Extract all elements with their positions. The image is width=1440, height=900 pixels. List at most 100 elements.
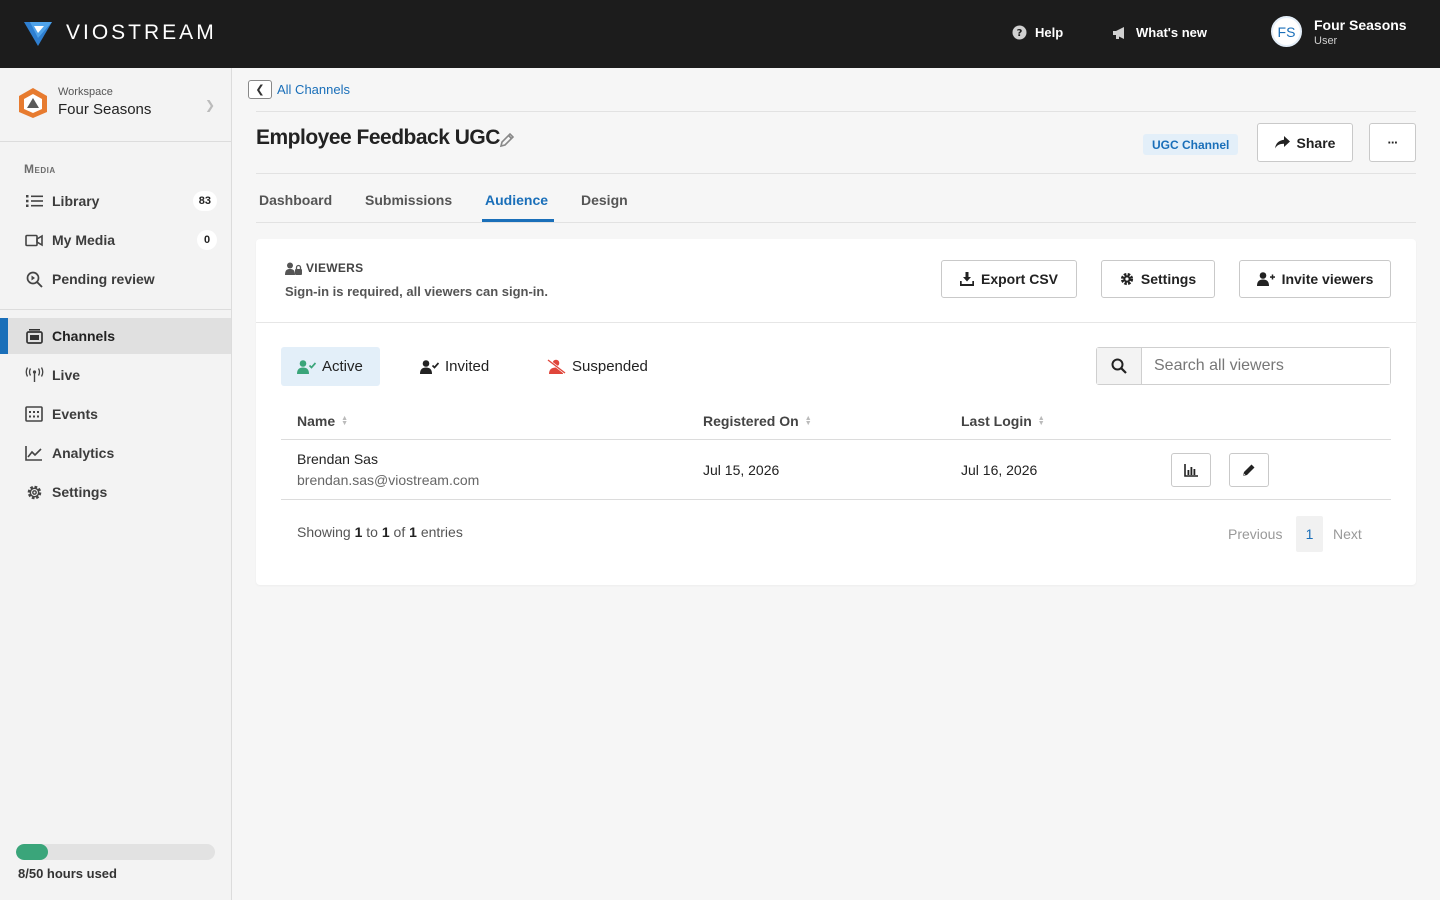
pagination-page[interactable]: 1 [1296, 516, 1323, 552]
search-review-icon [24, 269, 44, 289]
sidebar-item-analytics[interactable]: Analytics [0, 435, 231, 471]
help-label: Help [1035, 25, 1064, 40]
page-title: Employee Feedback UGC [256, 126, 500, 149]
tab-submissions[interactable]: Submissions [362, 192, 455, 208]
usage-progress-bar [16, 844, 215, 860]
channel-tabs: Dashboard Submissions Audience Design [256, 180, 1416, 223]
edit-title-pencil-icon[interactable] [498, 131, 516, 154]
chevron-left-icon: ❮ [255, 84, 265, 96]
avatar: FS [1271, 16, 1302, 47]
download-icon [959, 272, 974, 286]
registered-on: Jul 15, 2026 [703, 462, 780, 478]
summary-total: 1 [409, 524, 417, 540]
sidebar-item-settings[interactable]: Settings [0, 474, 231, 510]
invite-viewers-button[interactable]: Invite viewers [1239, 260, 1391, 298]
help-icon: ? [1012, 25, 1027, 40]
share-label: Share [1296, 134, 1336, 151]
pagination-next[interactable]: Next [1333, 526, 1362, 542]
sidebar-item-library[interactable]: Library 83 [0, 183, 231, 219]
svg-text:?: ? [1017, 28, 1023, 39]
sidebar: Workspace Four Seasons ❯ Media Library 8… [0, 68, 232, 900]
sidebar-item-label: Channels [52, 328, 116, 344]
chevron-right-icon: ❯ [205, 98, 216, 112]
viewers-title: VIEWERS [306, 261, 364, 275]
filter-label: Invited [445, 358, 490, 375]
user-role: User [1314, 34, 1338, 47]
user-invited-icon [420, 359, 439, 374]
pagination-previous[interactable]: Previous [1228, 526, 1282, 542]
sidebar-item-label: Library [52, 193, 100, 209]
more-options-button[interactable]: ··· [1369, 123, 1416, 162]
last-login: Jul 16, 2026 [961, 462, 1038, 478]
viewers-card: VIEWERS Sign-in is required, all viewers… [256, 239, 1416, 585]
workspace-name: Four Seasons [58, 101, 152, 118]
user-name: Four Seasons [1314, 16, 1407, 33]
sort-icon: ▲ ▼ [804, 415, 812, 427]
column-label: Name [297, 413, 336, 429]
back-button[interactable]: ❮ [248, 80, 272, 99]
help-link[interactable]: ? Help [1012, 25, 1063, 40]
summary-text: of [393, 524, 406, 540]
viewer-search [1096, 347, 1391, 385]
user-menu[interactable]: FS Four Seasons User [1271, 16, 1407, 47]
viewer-settings-button[interactable]: Settings [1101, 260, 1215, 298]
sidebar-item-live[interactable]: Live [0, 357, 231, 393]
viewer-email: brendan.sas@viostream.com [297, 472, 480, 488]
column-header-registered[interactable]: Registered On ▲ ▼ [703, 413, 812, 429]
viewers-heading: VIEWERS [285, 261, 363, 275]
column-header-last-login[interactable]: Last Login ▲ ▼ [961, 413, 1045, 429]
viostream-logo-icon [24, 22, 52, 46]
sidebar-item-events[interactable]: Events [0, 396, 231, 432]
column-header-name[interactable]: Name ▲ ▼ [297, 413, 348, 429]
summary-text: Showing [297, 524, 351, 540]
whats-new-label: What's new [1136, 25, 1207, 40]
summary-text: to [366, 524, 378, 540]
edit-viewer-button[interactable] [1229, 453, 1269, 487]
sidebar-item-pending-review[interactable]: Pending review [0, 261, 231, 297]
sidebar-item-channels[interactable]: Channels [0, 318, 231, 354]
filter-invited[interactable]: Invited [404, 347, 505, 386]
pencil-icon [1243, 464, 1255, 476]
viewer-name: Brendan Sas [297, 451, 378, 467]
user-check-icon [297, 359, 316, 374]
brand-name: VIOSTREAM [66, 21, 217, 44]
workspace-logo-icon [19, 88, 47, 118]
sidebar-divider [0, 309, 231, 310]
usage-progress-fill [16, 844, 48, 860]
filter-label: Suspended [572, 358, 648, 375]
usage-text: 8/50 hours used [18, 866, 117, 881]
share-button[interactable]: Share [1257, 123, 1353, 162]
header-divider [256, 111, 1416, 112]
invite-viewers-label: Invite viewers [1281, 271, 1374, 287]
sidebar-item-my-media[interactable]: My Media 0 [0, 222, 231, 258]
filter-active[interactable]: Active [281, 347, 380, 386]
workspace-label: Workspace [58, 86, 113, 98]
tab-dashboard[interactable]: Dashboard [256, 192, 335, 208]
sidebar-item-label: Analytics [52, 445, 115, 461]
viewer-stats-button[interactable] [1171, 453, 1211, 487]
search-input[interactable] [1142, 348, 1390, 384]
gear-icon [24, 482, 44, 502]
whats-new-link[interactable]: What's new [1112, 25, 1207, 40]
sidebar-item-label: My Media [52, 232, 116, 248]
export-csv-button[interactable]: Export CSV [941, 260, 1077, 298]
filter-label: Active [322, 358, 363, 375]
video-camera-icon [24, 230, 44, 250]
summary-from: 1 [354, 524, 363, 540]
table-header-divider [281, 439, 1391, 440]
megaphone-icon [1113, 26, 1124, 39]
gear-icon [1120, 272, 1133, 286]
filter-suspended[interactable]: Suspended [531, 347, 664, 386]
tab-audience[interactable]: Audience [482, 192, 551, 208]
tab-design[interactable]: Design [578, 192, 631, 208]
table-row-divider [281, 499, 1391, 500]
settings-label: Settings [1140, 271, 1197, 287]
search-button[interactable] [1097, 348, 1142, 384]
sidebar-item-label: Pending review [52, 271, 155, 287]
count-badge: 0 [197, 230, 217, 250]
column-label: Last Login [961, 413, 1032, 429]
workspace-switcher[interactable]: Workspace Four Seasons ❯ [0, 68, 231, 142]
sidebar-item-label: Settings [52, 484, 108, 500]
all-channels-link[interactable]: All Channels [277, 82, 350, 97]
brand-logo[interactable]: VIOSTREAM [24, 20, 217, 46]
